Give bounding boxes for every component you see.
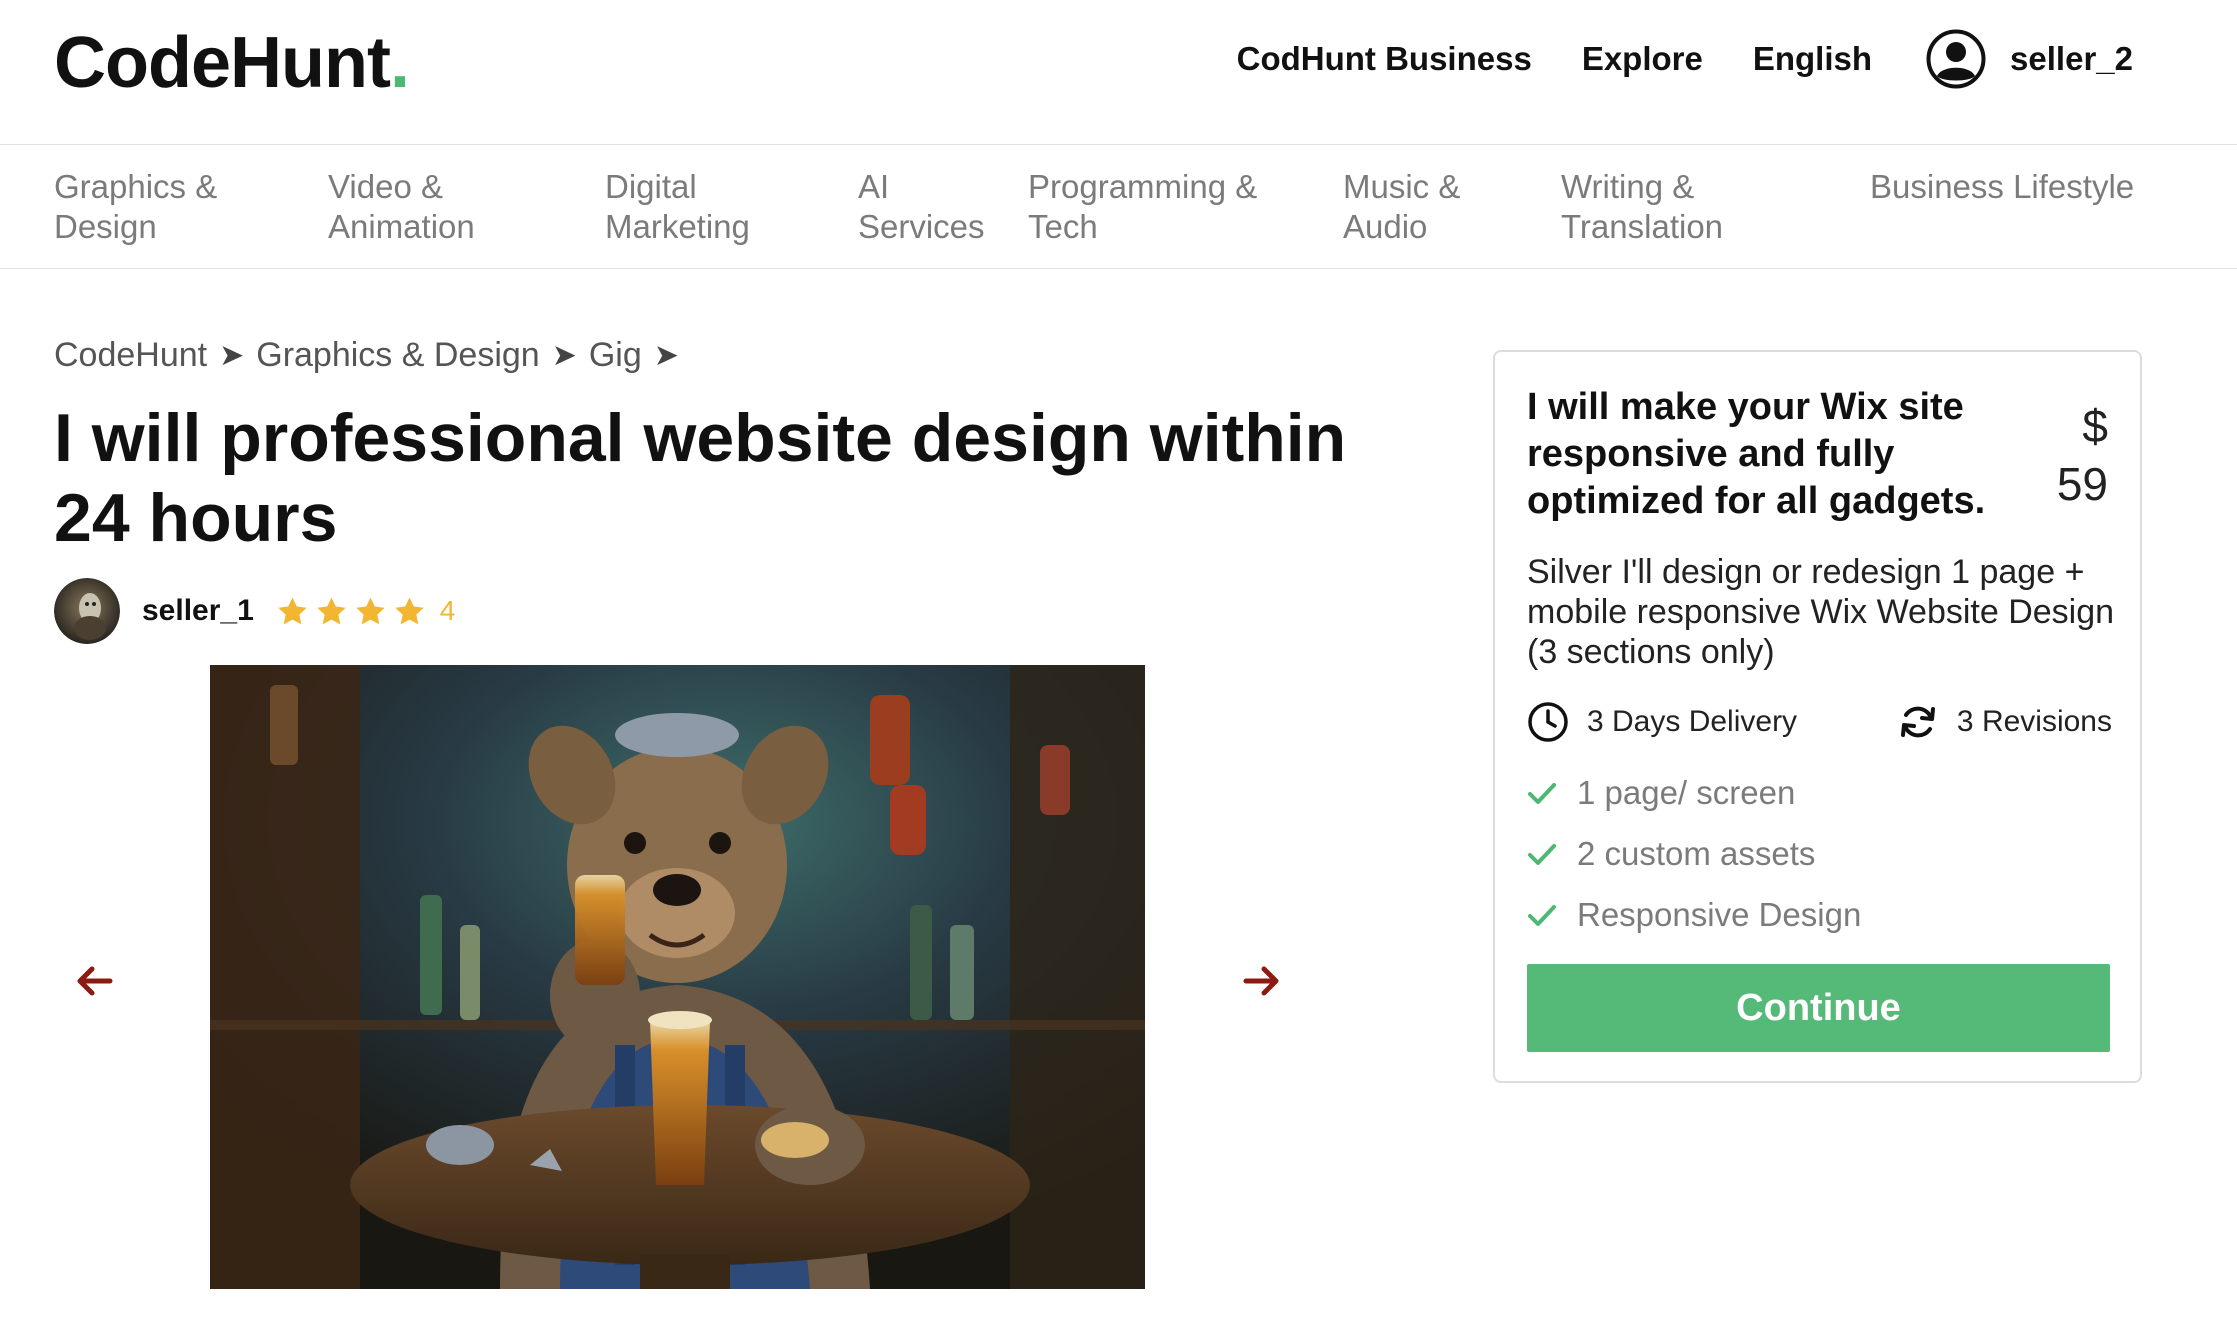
- star-icon: [356, 596, 385, 624]
- category-graphics-design[interactable]: Graphics & Design: [54, 167, 217, 247]
- breadcrumb-separator: ➤: [653, 339, 679, 372]
- category-programming-tech[interactable]: Programming & Tech: [1028, 167, 1257, 247]
- arrow-left-icon[interactable]: [72, 958, 118, 1004]
- breadcrumb-separator: ➤: [551, 339, 577, 372]
- feature-item: Responsive Design: [1527, 884, 1861, 945]
- feature-list: 1 page/ screen 2 custom assets Responsiv…: [1527, 762, 1861, 945]
- feature-text: 2 custom assets: [1577, 834, 1816, 872]
- revisions-info: 3 Revisions: [1897, 701, 2112, 743]
- package-price: $ 59: [2057, 397, 2108, 513]
- package-description: Silver I'll design or redesign 1 page + …: [1527, 553, 2115, 671]
- refresh-icon: [1900, 706, 1935, 738]
- continue-button[interactable]: Continue: [1527, 964, 2110, 1052]
- breadcrumb-gig[interactable]: Gig: [589, 336, 642, 375]
- check-icon: [1528, 843, 1556, 865]
- package-meta: 3 Days Delivery 3 Revisions: [1527, 700, 2112, 744]
- user-circle-icon: [1926, 29, 1986, 89]
- breadcrumb: CodeHunt ➤ Graphics & Design ➤ Gig ➤: [54, 336, 679, 375]
- nav-language-link[interactable]: English: [1753, 40, 1872, 78]
- top-nav: CodHunt Business Explore English seller_…: [1237, 26, 2133, 92]
- seller-name[interactable]: seller_1: [142, 594, 254, 628]
- user-menu[interactable]: seller_2: [1926, 29, 2133, 89]
- feature-text: Responsive Design: [1577, 895, 1862, 933]
- category-music-audio[interactable]: Music & Audio: [1343, 167, 1460, 247]
- category-digital-marketing[interactable]: Digital Marketing: [605, 167, 750, 247]
- check-icon: [1528, 782, 1556, 804]
- breadcrumb-separator: ➤: [219, 339, 245, 372]
- price-currency: $: [2082, 400, 2108, 452]
- check-icon: [1528, 904, 1556, 926]
- clock-icon: [1528, 702, 1568, 742]
- star-icon: [278, 596, 307, 624]
- package-title: I will make your Wix site responsive and…: [1527, 386, 1986, 522]
- delivery-info: 3 Days Delivery: [1527, 701, 1797, 743]
- logo-dot: .: [389, 23, 410, 103]
- seller-avatar[interactable]: [54, 578, 120, 644]
- site-header: CodeHunt. CodHunt Business Explore Engli…: [0, 0, 2237, 145]
- star-icon: [317, 596, 346, 624]
- rating-stars: 4: [276, 595, 456, 628]
- rating-value: 4: [439, 595, 456, 626]
- breadcrumb-category[interactable]: Graphics & Design: [256, 336, 539, 375]
- username[interactable]: seller_2: [2010, 40, 2133, 78]
- nav-business-link[interactable]: CodHunt Business: [1237, 40, 1532, 78]
- seller-info: seller_1 4: [54, 578, 455, 644]
- category-writing-translation[interactable]: Writing & Translation: [1561, 167, 1723, 247]
- price-value: 59: [2056, 458, 2108, 510]
- arrow-right-icon[interactable]: [1238, 958, 1284, 1004]
- nav-explore-link[interactable]: Explore: [1582, 40, 1703, 78]
- feature-text: 1 page/ screen: [1577, 773, 1796, 811]
- breadcrumb-home[interactable]: CodeHunt: [54, 336, 207, 375]
- gig-title: I will professional website design withi…: [54, 400, 1347, 556]
- category-video-animation[interactable]: Video & Animation: [328, 167, 475, 247]
- category-bar: Graphics & Design Video & Animation Digi…: [0, 145, 2237, 269]
- category-ai-services[interactable]: AI Services: [858, 167, 985, 247]
- category-business-lifestyle[interactable]: Business Lifestyle: [1870, 167, 2134, 207]
- feature-item: 1 page/ screen: [1527, 762, 1861, 823]
- logo-text: CodeHunt: [54, 23, 391, 103]
- package-card: I will make your Wix site responsive and…: [1493, 350, 2142, 1083]
- revisions-text: 3 Revisions: [1956, 705, 2112, 738]
- gig-image: [210, 665, 1145, 1289]
- feature-item: 2 custom assets: [1527, 823, 1861, 884]
- delivery-text: 3 Days Delivery: [1587, 705, 1798, 738]
- star-icon: [395, 596, 424, 624]
- logo[interactable]: CodeHunt.: [54, 18, 410, 108]
